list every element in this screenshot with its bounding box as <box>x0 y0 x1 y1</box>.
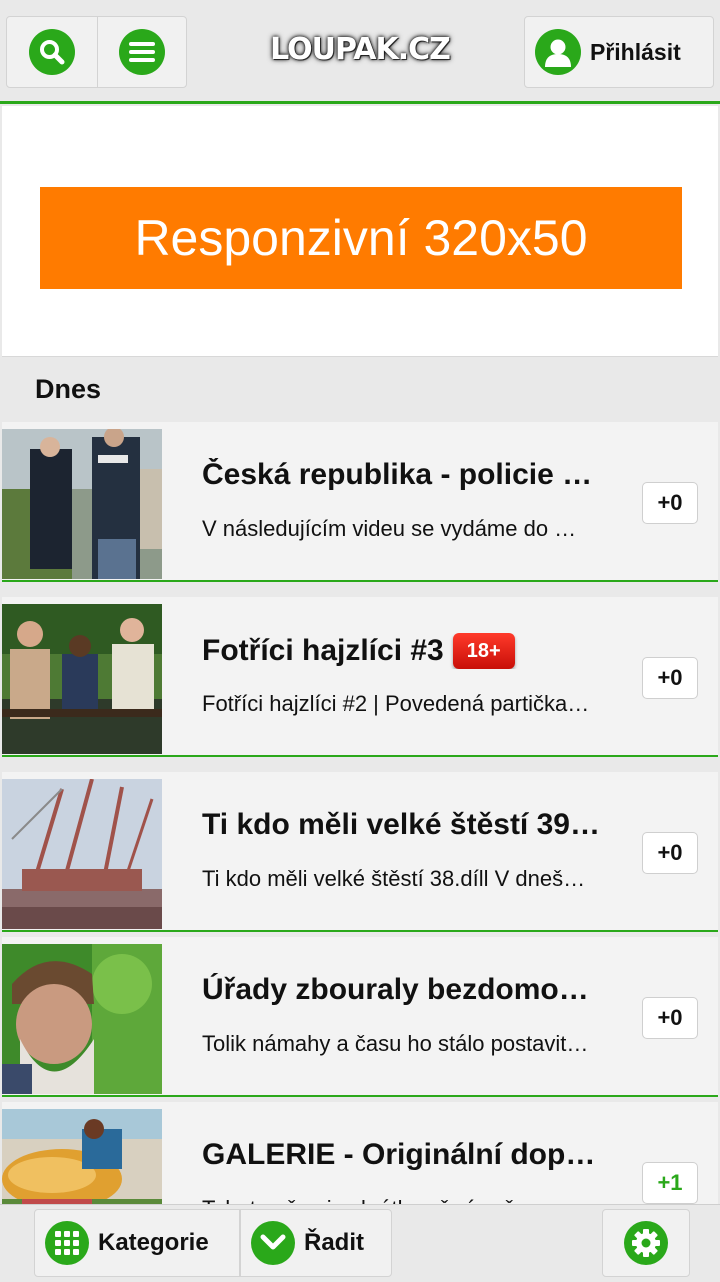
login-button[interactable]: Přihlásit <box>524 16 714 88</box>
score-badge[interactable]: +1 <box>642 1162 698 1204</box>
settings-button[interactable] <box>602 1209 690 1277</box>
item-description: V následujícím videu se vydáme do … <box>202 516 577 541</box>
gear-icon <box>624 1221 668 1265</box>
item-description: Fotříci hajzlíci #2 | Povedená partička… <box>202 691 590 716</box>
user-icon <box>535 29 581 75</box>
site-logo[interactable]: LOUPAK.CZ <box>270 24 451 74</box>
item-title[interactable]: GALERIE - Originální dop… <box>202 1138 630 1172</box>
list-item[interactable]: GALERIE - Originální dop… Tohoto už asi … <box>2 1102 718 1204</box>
item-title[interactable]: Úřady zbouraly bezdomo… <box>202 973 630 1007</box>
item-title[interactable]: Česká republika - policie … <box>202 458 630 492</box>
article-list: Česká republika - policie … V následujíc… <box>2 422 718 1204</box>
item-title-text[interactable]: Fotříci hajzlíci #3 <box>202 634 444 668</box>
score-badge[interactable]: +0 <box>642 657 698 699</box>
thumbnail-image <box>2 604 162 754</box>
item-description: Tolik námahy a času ho stálo postavit… <box>202 1031 589 1056</box>
search-button[interactable] <box>6 16 98 88</box>
ad-banner[interactable]: Responzivní 320x50 <box>40 187 682 289</box>
sort-button[interactable]: Řadit <box>240 1209 392 1277</box>
list-item[interactable]: Fotříci hajzlíci #3 18+ Fotříci hajzlíci… <box>2 597 718 757</box>
menu-button[interactable] <box>97 16 187 88</box>
item-description: Ti kdo měli velké štěstí 38.díll V dneš… <box>202 866 586 891</box>
score-badge[interactable]: +0 <box>642 832 698 874</box>
ad-area: Responzivní 320x50 <box>2 106 718 356</box>
section-title: Dnes <box>2 356 718 422</box>
top-bar: LOUPAK.CZ Přihlásit <box>0 0 720 104</box>
item-description: Tohoto už asi zakrátko už vím, že… <box>202 1196 624 1204</box>
list-item[interactable]: Úřady zbouraly bezdomo… Tolik námahy a č… <box>2 937 718 1097</box>
thumbnail-image <box>2 944 162 1094</box>
thumbnail-image <box>2 429 162 579</box>
item-title[interactable]: Ti kdo měli velké štěstí 39… <box>202 808 630 842</box>
ad-banner-label: Responzivní 320x50 <box>134 210 588 266</box>
age-restriction-badge: 18+ <box>452 633 515 669</box>
score-badge[interactable]: +0 <box>642 997 698 1039</box>
bottom-bar: Kategorie Řadit <box>0 1204 720 1282</box>
menu-icon <box>119 29 165 75</box>
grid-icon <box>45 1221 89 1265</box>
login-label: Přihlásit <box>590 38 681 65</box>
chevron-down-icon <box>251 1221 295 1265</box>
categories-button[interactable]: Kategorie <box>34 1209 240 1277</box>
thumbnail-image <box>2 1109 162 1204</box>
categories-label: Kategorie <box>98 1229 209 1256</box>
list-item[interactable]: Ti kdo měli velké štěstí 39… Ti kdo měli… <box>2 772 718 932</box>
score-badge[interactable]: +0 <box>642 482 698 524</box>
sort-label: Řadit <box>304 1229 364 1256</box>
thumbnail-image <box>2 779 162 929</box>
list-item[interactable]: Česká republika - policie … V následujíc… <box>2 422 718 582</box>
item-title: Fotříci hajzlíci #3 18+ <box>202 633 630 669</box>
search-icon <box>29 29 75 75</box>
